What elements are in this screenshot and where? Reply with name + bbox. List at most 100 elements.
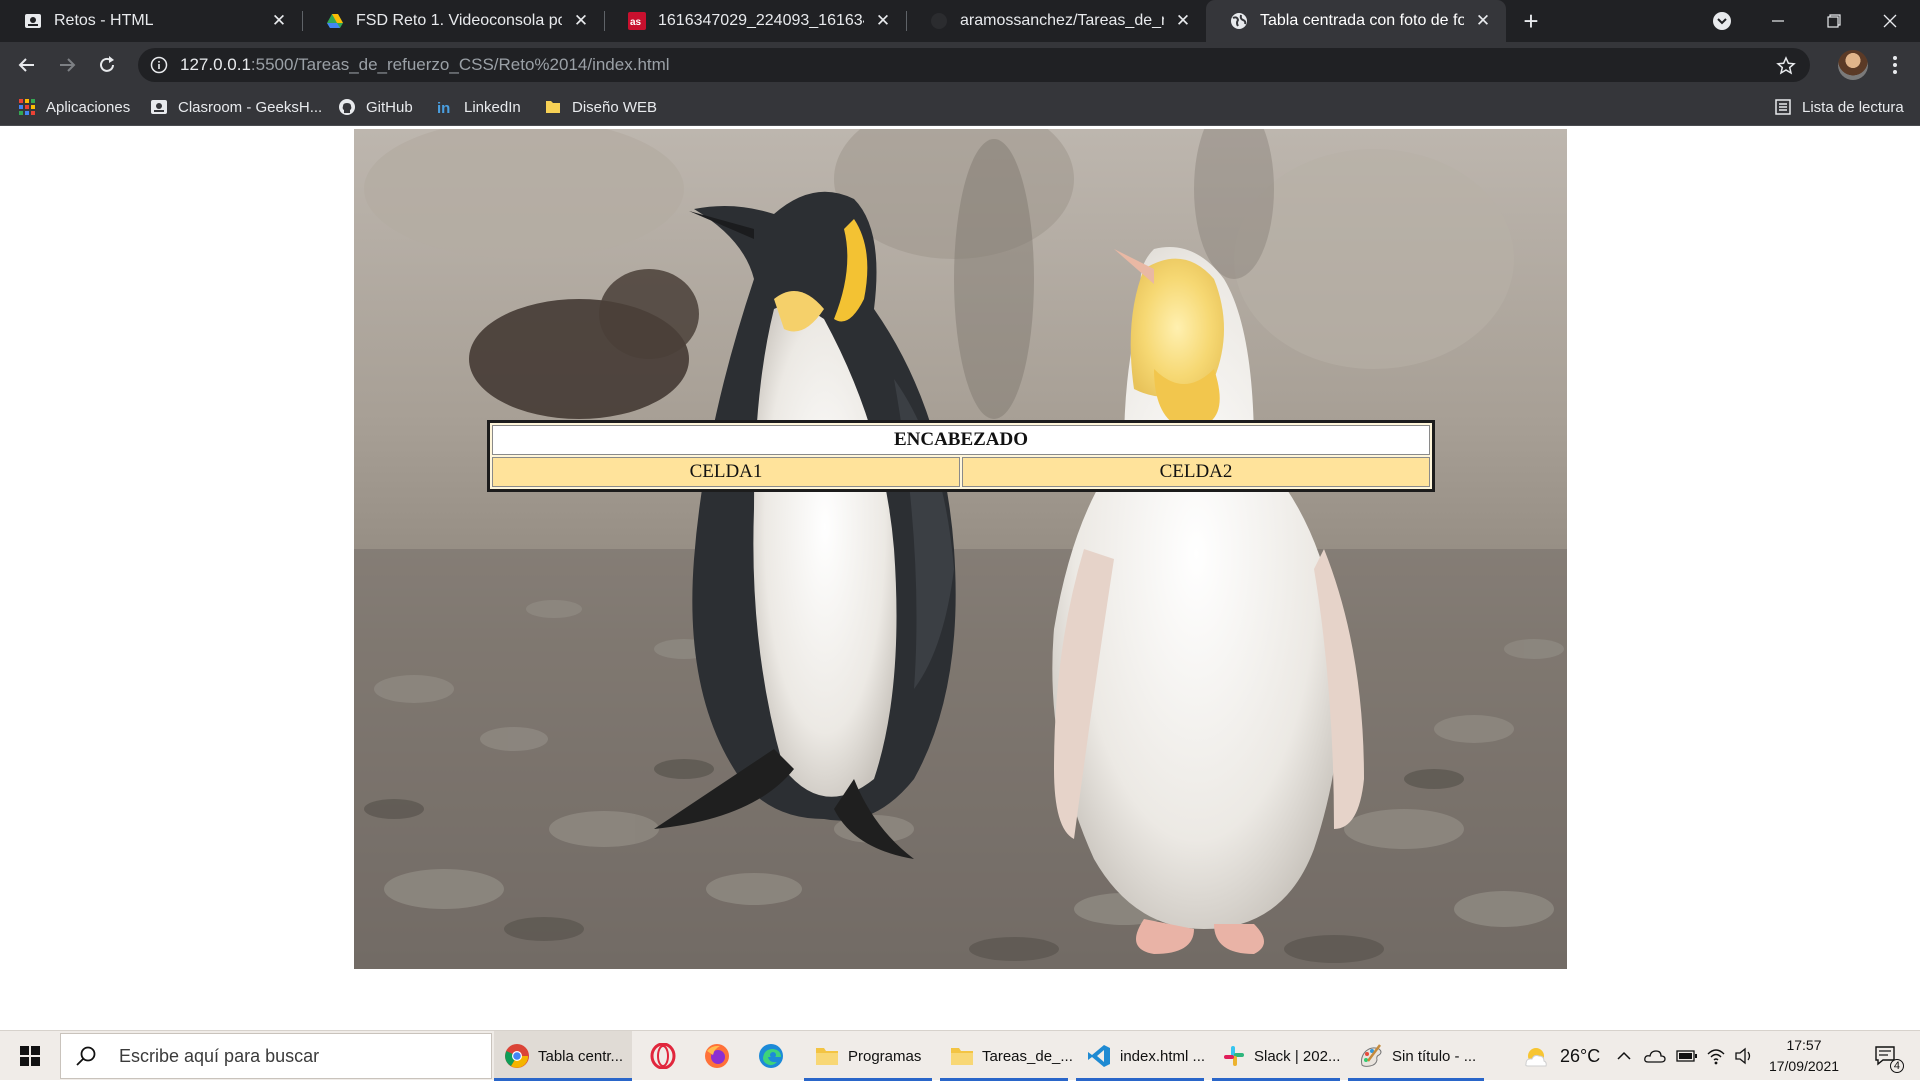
restore-icon (1827, 14, 1841, 28)
start-button[interactable] (0, 1031, 60, 1081)
close-tab-icon[interactable]: ✕ (1472, 10, 1494, 32)
restore-window-button[interactable] (1806, 0, 1862, 42)
taskbar-vscode[interactable]: index.html ... (1076, 1031, 1205, 1081)
taskbar-app-label: Tabla centr... (538, 1047, 624, 1065)
reading-list-button[interactable]: Lista de lectura (1774, 88, 1904, 126)
taskbar-opera[interactable] (640, 1031, 686, 1081)
folder-icon (814, 1043, 840, 1069)
reading-list-label: Lista de lectura (1802, 98, 1904, 116)
taskbar-paint[interactable]: Sin título - ... (1348, 1031, 1484, 1081)
weather-temperature: 26°C (1560, 1045, 1601, 1066)
close-tab-icon[interactable]: ✕ (268, 10, 290, 32)
bookmark-diseno-web[interactable]: Diseño WEB (544, 88, 657, 126)
bookmark-label: GitHub (366, 98, 413, 116)
windows-logo-icon (20, 1046, 40, 1066)
google-drive-icon (326, 12, 344, 30)
browser-toolbar: 127.0.0.1:5500/Tareas_de_refuerzo_CSS/Re… (0, 42, 1920, 88)
wifi-tray-button[interactable] (1706, 1031, 1726, 1081)
profile-avatar[interactable] (1838, 50, 1868, 80)
tab-tabla-centrada[interactable]: Tabla centrada con foto de fondo ✕ (1206, 0, 1506, 42)
url-text: 127.0.0.1:5500/Tareas_de_refuerzo_CSS/Re… (180, 55, 670, 75)
vscode-icon (1086, 1043, 1112, 1069)
tab-as-image[interactable]: as 1616347029_224093_161634707 ✕ (604, 0, 907, 42)
taskbar-chrome[interactable]: Tabla centr... (494, 1031, 632, 1081)
taskbar-firefox[interactable] (694, 1031, 740, 1081)
address-bar[interactable]: 127.0.0.1:5500/Tareas_de_refuerzo_CSS/Re… (138, 48, 1810, 82)
tab-search-button[interactable] (1694, 0, 1750, 42)
speaker-icon (1735, 1047, 1751, 1065)
bookmark-star-icon[interactable] (1776, 56, 1796, 76)
svg-text:as: as (630, 17, 642, 28)
reload-button[interactable] (92, 50, 122, 80)
taskbar-edge[interactable] (748, 1031, 794, 1081)
battery-icon (1676, 1050, 1697, 1062)
tab-fsd-reto[interactable]: FSD Reto 1. Videoconsola portáti ✕ (302, 0, 605, 42)
classroom-icon (150, 98, 168, 116)
penguins-background-photo (354, 129, 1567, 969)
taskbar-slack[interactable]: Slack | 202... (1212, 1031, 1340, 1081)
tab-title: 1616347029_224093_161634707 (658, 12, 864, 29)
windows-taskbar: Tabla centr... Programas Tareas_de_... i… (0, 1030, 1920, 1081)
wifi-icon (1707, 1049, 1725, 1065)
taskbar-programas-folder[interactable]: Programas (804, 1031, 932, 1081)
taskbar-app-label: Sin título - ... (1392, 1047, 1477, 1065)
close-tab-icon[interactable]: ✕ (1172, 10, 1194, 32)
taskbar-clock[interactable]: 17:57 17/09/2021 (1756, 1035, 1852, 1077)
bookmark-label: LinkedIn (464, 98, 521, 116)
firefox-icon (704, 1043, 730, 1069)
close-tab-icon[interactable]: ✕ (872, 10, 894, 32)
weather-widget[interactable]: 26°C (1522, 1031, 1600, 1081)
chevron-down-icon (1713, 12, 1731, 30)
edge-icon (758, 1043, 784, 1069)
centered-table: ENCABEZADO CELDA1 CELDA2 (487, 420, 1435, 492)
tab-title: FSD Reto 1. Videoconsola portáti (356, 12, 562, 29)
classroom-icon (24, 12, 42, 30)
bookmarks-bar: Aplicaciones Clasroom - GeeksH... GitHub… (0, 88, 1920, 126)
svg-text:in: in (437, 100, 450, 116)
chevron-up-icon (1617, 1051, 1631, 1060)
globe-icon (1230, 12, 1248, 30)
clock-date: 17/09/2021 (1768, 1058, 1840, 1074)
tab-title: Tabla centrada con foto de fondo (1260, 12, 1464, 29)
battery-tray-button[interactable] (1676, 1031, 1698, 1081)
close-tab-icon[interactable]: ✕ (570, 10, 592, 32)
info-icon[interactable] (150, 56, 168, 74)
weather-sun-cloud-icon (1525, 1048, 1547, 1067)
github-icon (930, 12, 948, 30)
close-window-button[interactable] (1862, 0, 1918, 42)
notification-center-button[interactable]: 4 (1866, 1031, 1906, 1081)
reload-icon (100, 56, 114, 72)
show-hidden-icons-button[interactable] (1616, 1031, 1632, 1081)
tab-retos-html[interactable]: Retos - HTML ✕ (0, 0, 303, 42)
taskbar-tareas-folder[interactable]: Tareas_de_... (940, 1031, 1073, 1081)
tab-title: Retos - HTML (54, 12, 154, 29)
volume-tray-button[interactable] (1734, 1031, 1754, 1081)
table-header: ENCABEZADO (492, 425, 1430, 455)
bookmark-github[interactable]: GitHub (338, 88, 413, 126)
clock-time: 17:57 (1786, 1037, 1822, 1053)
bookmark-linkedin[interactable]: in LinkedIn (436, 88, 521, 126)
browser-menu-button[interactable] (1880, 50, 1910, 80)
taskbar-app-label: Programas (848, 1047, 922, 1065)
folder-icon (950, 1043, 974, 1069)
taskbar-app-label: Slack | 202... (1254, 1047, 1341, 1065)
url-host: 127.0.0.1 (180, 55, 251, 74)
taskbar-search-box[interactable] (60, 1033, 492, 1079)
bookmark-aplicaciones[interactable]: Aplicaciones (18, 88, 130, 126)
chrome-icon (504, 1043, 530, 1069)
more-vertical-icon (1893, 56, 1897, 74)
bookmark-classroom[interactable]: Clasroom - GeeksH... (150, 88, 322, 126)
linkedin-icon: in (436, 98, 454, 116)
back-button[interactable] (12, 50, 42, 80)
folder-icon (544, 98, 562, 116)
new-tab-button[interactable]: + (1516, 6, 1546, 36)
page-viewport: ENCABEZADO CELDA1 CELDA2 (0, 127, 1920, 1030)
reading-list-icon (1774, 98, 1792, 116)
minimize-window-button[interactable] (1750, 0, 1806, 42)
cloud-icon (1644, 1050, 1666, 1063)
onedrive-tray-button[interactable] (1644, 1031, 1666, 1081)
forward-button[interactable] (52, 50, 82, 80)
opera-icon (650, 1043, 676, 1069)
tab-github-repo[interactable]: aramossanchez/Tareas_de_refuer ✕ (906, 0, 1206, 42)
search-input[interactable] (119, 1045, 479, 1067)
